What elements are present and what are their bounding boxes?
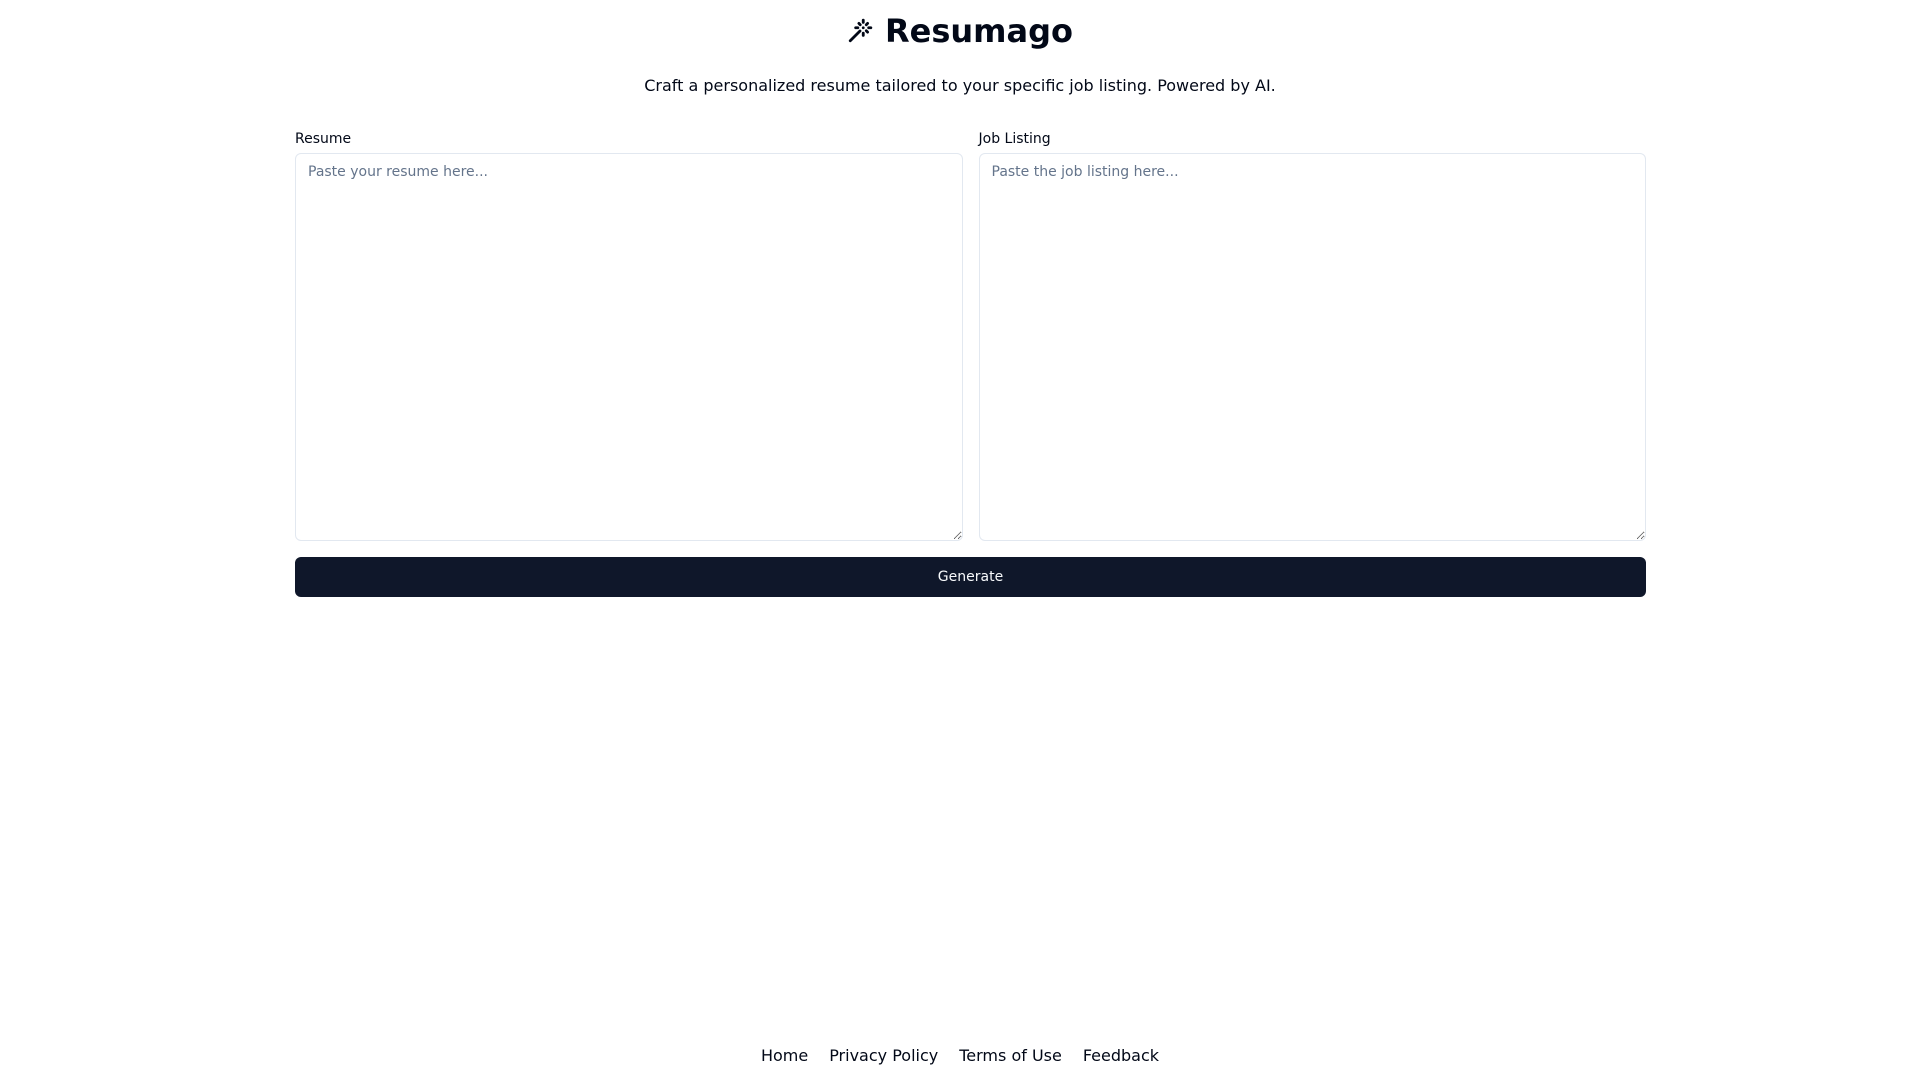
resume-field-group: Resume xyxy=(295,131,963,541)
footer-link-privacy-policy[interactable]: Privacy Policy xyxy=(829,1046,938,1065)
resume-form: Resume Job Listing Generate xyxy=(295,131,1646,597)
wand-sparkles-icon xyxy=(848,18,873,43)
job-listing-textarea[interactable] xyxy=(978,153,1646,541)
form-fields: Resume Job Listing xyxy=(295,131,1646,541)
footer-nav: Home Privacy Policy Terms of Use Feedbac… xyxy=(0,1046,1920,1065)
footer-link-terms-of-use[interactable]: Terms of Use xyxy=(959,1046,1062,1065)
tagline: Craft a personalized resume tailored to … xyxy=(644,76,1276,95)
job-listing-label: Job Listing xyxy=(978,131,1051,147)
app-title: Resumago xyxy=(885,12,1073,50)
resume-textarea[interactable] xyxy=(295,153,963,541)
job-listing-field-group: Job Listing xyxy=(978,131,1646,541)
generate-button[interactable]: Generate xyxy=(295,557,1646,597)
header: Resumago xyxy=(0,0,1920,50)
footer-link-home[interactable]: Home xyxy=(761,1046,808,1065)
page: Resumago Craft a personalized resume tai… xyxy=(0,0,1920,1080)
resume-label: Resume xyxy=(295,131,352,147)
footer-link-feedback[interactable]: Feedback xyxy=(1083,1046,1159,1065)
